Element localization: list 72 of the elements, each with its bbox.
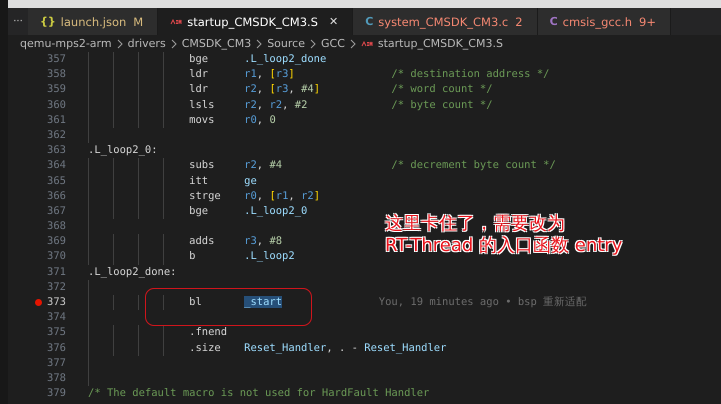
- code-line: .fnend: [189, 325, 228, 340]
- more-tabs-icon[interactable]: ···: [8, 8, 28, 35]
- editor-tab[interactable]: C system_CMSDK_CM3.c 2: [353, 8, 538, 35]
- line-number: 370: [47, 249, 66, 264]
- line-number: 378: [47, 370, 66, 386]
- editor-tab[interactable]: startup_CMSDK_CM3.S ✕: [158, 8, 354, 35]
- code-line: .size Reset_Handler, . - Reset_Handler: [189, 340, 446, 356]
- line-number: 368: [47, 219, 66, 234]
- line-number: 375: [47, 325, 66, 340]
- line-number: 364: [47, 158, 66, 174]
- file-type-icon: {}: [40, 15, 56, 28]
- line-number: 374: [47, 310, 66, 326]
- line-number: 362: [47, 128, 66, 143]
- file-type-icon: [360, 40, 373, 46]
- code-line: lsls r2, r2, #2: [189, 98, 308, 113]
- code-line: ldr r1, [r3]: [189, 67, 296, 82]
- code-line: bge .L_loop2_done: [189, 52, 328, 67]
- file-type-icon: [170, 18, 182, 24]
- line-number: 357: [47, 52, 66, 67]
- close-icon[interactable]: ✕: [328, 15, 338, 28]
- breadcrumb-item[interactable]: qemu-mps2-arm: [20, 37, 112, 50]
- code-line: ldr r2, [r3, #4]: [189, 82, 322, 98]
- breadcrumb-item[interactable]: Source: [267, 37, 305, 50]
- code-line: b .L_loop2: [189, 249, 296, 264]
- line-number: 377: [47, 356, 66, 371]
- line-number: 376: [47, 340, 66, 356]
- file-type-icon: C: [550, 15, 558, 28]
- breadcrumb-item[interactable]: CMSDK_CM3: [182, 37, 252, 50]
- line-number: 373: [47, 295, 66, 310]
- problem-count: M: [133, 14, 144, 28]
- annotation-text: RT-Thread 的入口函数 entry: [385, 235, 622, 257]
- line-number: 360: [47, 98, 66, 113]
- code-comment: /* decrement byte count */: [391, 159, 556, 172]
- breadcrumb-item[interactable]: startup_CMSDK_CM3.S: [378, 37, 503, 50]
- line-number: 363: [47, 143, 66, 158]
- code-comment: /* word count */: [391, 83, 493, 96]
- line-number: 379: [47, 386, 66, 402]
- code-line: itt ge: [189, 174, 258, 188]
- chevron-icon: [310, 38, 316, 48]
- problem-count: 2: [515, 14, 523, 28]
- line-number: 361: [47, 112, 66, 128]
- annotation-text: 这里卡住了，需要改为: [385, 213, 566, 235]
- file-type-icon: C: [365, 15, 374, 28]
- blame-annotation: You, 19 minutes ago • bsp 重新适配: [378, 296, 588, 308]
- line-number: 365: [47, 174, 66, 188]
- line-number: 358: [47, 67, 66, 82]
- line-number: 366: [47, 188, 66, 204]
- code-label: .L_loop2_0:: [88, 144, 158, 156]
- line-number: 369: [47, 234, 66, 250]
- editor-tab[interactable]: C cmsis_gcc.h 9+: [538, 8, 671, 35]
- line-number: 359: [47, 82, 66, 98]
- line-number: 367: [47, 204, 66, 219]
- chevron-icon: [256, 38, 262, 48]
- code-line: strge r0, [r1, r2]: [189, 188, 322, 204]
- code-comment: /* The default macro is not used for HardFault Handler: [88, 387, 430, 400]
- editor-tab[interactable]: {} launch.json M: [28, 8, 158, 35]
- line-number: 371: [47, 264, 66, 280]
- code-comment: /* destination address */: [391, 68, 550, 80]
- code-line: bge .L_loop2_0: [189, 204, 308, 219]
- breadcrumb-item[interactable]: GCC: [320, 37, 345, 50]
- code-line: adds r3, #8: [189, 234, 284, 250]
- breadcrumb-item[interactable]: drivers: [128, 37, 166, 50]
- code-line: movs r0, 0: [189, 112, 277, 128]
- chevron-icon: [170, 38, 177, 48]
- problem-count: 9+: [639, 14, 656, 28]
- chevron-icon: [116, 38, 123, 48]
- chevron-icon: [350, 38, 356, 48]
- line-number: 372: [47, 280, 66, 295]
- code-label: .L_loop2_done:: [88, 266, 177, 278]
- breakpoint-icon[interactable]: [35, 299, 42, 306]
- code-comment: /* byte count */: [391, 98, 493, 111]
- code-line: subs r2, #4: [189, 158, 284, 174]
